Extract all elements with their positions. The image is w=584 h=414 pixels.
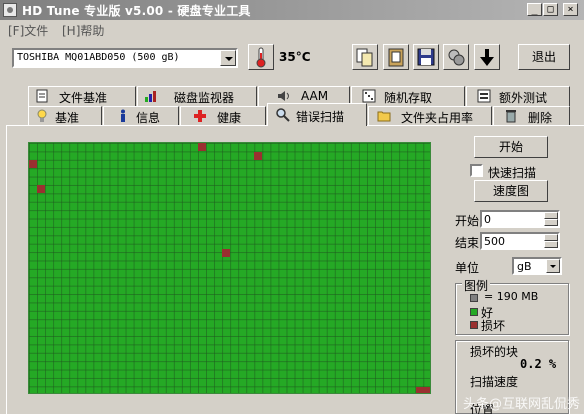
spin-up-button[interactable]: [544, 234, 558, 241]
tab-label: 信息: [136, 111, 161, 125]
end-position-value: 500: [484, 235, 505, 248]
start-position-field[interactable]: 0: [480, 210, 560, 228]
drive-select-value: TOSHIBA MQ01ABD050 (500 gB): [17, 52, 180, 63]
scan-block-map: [28, 142, 431, 394]
window-title: HD Tune 专业版 v5.00 - 硬盘专业工具: [22, 4, 251, 18]
tab-benchmark[interactable]: 基准: [28, 106, 102, 126]
thermometer-button[interactable]: [248, 44, 274, 70]
title-bar: HD Tune 专业版 v5.00 - 硬盘专业工具 _ □ ×: [0, 0, 584, 20]
tab-extra-tests[interactable]: 额外测试: [466, 86, 570, 106]
drive-select[interactable]: TOSHIBA MQ01ABD050 (500 gB): [12, 48, 238, 68]
damaged-block: [29, 160, 37, 168]
tab-info[interactable]: 信息: [103, 106, 179, 126]
start-position-value: 0: [484, 213, 491, 226]
tab-label: 磁盘监视器: [174, 91, 235, 105]
damaged-block: [222, 249, 230, 257]
block-swatch: [470, 294, 478, 302]
tab-folder-usage[interactable]: 文件夹占用率: [368, 106, 492, 126]
damaged-block: [198, 143, 206, 151]
app-icon: [3, 3, 17, 17]
damaged-blocks-label: 损坏的块: [470, 345, 519, 359]
thermometer-icon: [256, 47, 266, 68]
quick-scan-label: 快速扫描: [488, 166, 537, 180]
bad-swatch: [470, 321, 478, 329]
good-swatch: [470, 308, 478, 316]
unit-select-value: gB: [517, 260, 532, 273]
options-button[interactable]: [443, 44, 469, 70]
speed-map-button[interactable]: 速度图: [474, 180, 548, 202]
start-field-label: 开始: [455, 214, 480, 228]
tab-erase[interactable]: 删除: [493, 106, 570, 126]
folder-icon: [377, 111, 391, 122]
minimize-button[interactable]: _: [527, 3, 542, 16]
floppy-disk-icon: [417, 48, 435, 66]
tab-label: 文件基准: [59, 91, 108, 105]
tab-random-access[interactable]: 随机存取: [351, 86, 465, 106]
document-icon: [36, 89, 48, 103]
arrow-down-icon: [480, 49, 494, 66]
exit-button[interactable]: 退出: [518, 44, 570, 70]
menu-help[interactable]: [H]帮助: [62, 22, 104, 39]
copy-screenshot-button[interactable]: [383, 44, 409, 70]
trash-icon: [506, 110, 516, 123]
tab-label: AAM: [301, 89, 329, 103]
block-size-label: = 190 MB: [484, 290, 539, 303]
unit-select[interactable]: gB: [512, 257, 562, 275]
tab-label: 额外测试: [499, 91, 548, 105]
damaged-blocks-value: 0.2 %: [520, 357, 557, 371]
maximize-button[interactable]: □: [543, 3, 558, 16]
tab-error-scan[interactable]: 错误扫描: [267, 103, 367, 126]
quick-scan-checkbox[interactable]: [470, 164, 483, 177]
toolbar: TOSHIBA MQ01ABD050 (500 gB) 35°C 退出: [0, 38, 584, 82]
chevron-down-icon[interactable]: [220, 50, 236, 66]
end-field-label: 结束: [455, 236, 480, 250]
close-button[interactable]: ×: [563, 3, 578, 16]
tab-label: 错误扫描: [296, 110, 345, 124]
damaged-block: [254, 152, 262, 160]
unit-label: 单位: [455, 261, 480, 275]
tab-label: 基准: [55, 111, 80, 125]
save-button[interactable]: [413, 44, 439, 70]
speaker-icon: [278, 91, 289, 101]
bad-label: 损坏: [481, 319, 506, 333]
end-position-field[interactable]: 500: [480, 232, 560, 250]
tab-file-benchmark[interactable]: 文件基准: [28, 86, 136, 106]
download-button[interactable]: [474, 44, 500, 70]
bar-chart-icon: [145, 91, 156, 102]
tab-health[interactable]: 健康: [180, 106, 266, 126]
scan-speed-label: 扫描速度: [470, 375, 519, 389]
settings-icon: [448, 49, 465, 66]
watermark-text: 头条@互联网乱侃秀: [462, 397, 580, 412]
tab-label: 文件夹占用率: [401, 111, 474, 125]
tab-label: 随机存取: [384, 91, 433, 105]
damaged-block: [37, 185, 45, 193]
magnifier-icon: [276, 108, 290, 122]
red-cross-icon: [194, 110, 206, 122]
spin-up-button[interactable]: [544, 212, 558, 219]
info-icon: [121, 109, 125, 122]
temperature-readout: 35°C: [279, 50, 311, 64]
dice-icon: [362, 89, 376, 103]
tab-disk-monitor[interactable]: 磁盘监视器: [137, 86, 257, 106]
spin-down-button[interactable]: [544, 241, 558, 248]
tab-label: 健康: [217, 111, 242, 125]
lightbulb-icon: [37, 109, 47, 122]
clipboard-icon: [388, 48, 404, 67]
damaged-block: [416, 387, 430, 393]
copy-text-button[interactable]: [352, 44, 378, 70]
checklist-icon: [477, 89, 491, 103]
tab-label: 删除: [528, 111, 553, 125]
menu-bar: [F]文件 [H]帮助: [0, 20, 584, 38]
menu-file[interactable]: [F]文件: [8, 22, 48, 39]
copy-icon: [356, 48, 373, 67]
chevron-down-icon[interactable]: [546, 259, 560, 273]
start-scan-button[interactable]: 开始: [474, 136, 548, 158]
spin-down-button[interactable]: [544, 219, 558, 226]
